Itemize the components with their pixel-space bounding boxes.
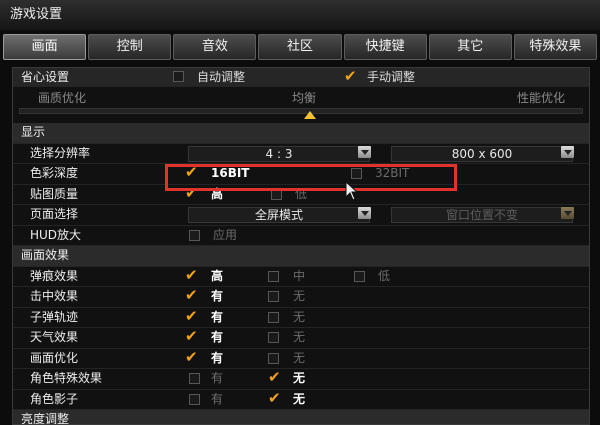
tab-hotkeys[interactable]: 快捷键 [343, 34, 427, 60]
tab-sound[interactable]: 音效 [173, 34, 257, 60]
mouse-cursor-icon [345, 181, 359, 201]
page-mode-label: 页面选择 [30, 207, 79, 221]
chevron-down-icon[interactable] [358, 207, 371, 219]
texture-quality-label: 贴图质量 [30, 186, 79, 201]
hud-apply-label: 应用 [213, 227, 238, 242]
slider-performance-label: 性能优化 [517, 91, 566, 105]
display-section-title: 显示 [21, 125, 46, 139]
effect-checkbox[interactable] [189, 393, 200, 405]
effect-option-label: 有 [211, 289, 224, 303]
checkmark-icon[interactable]: ✔ [185, 307, 198, 326]
effect-checkbox[interactable] [189, 373, 200, 384]
effect-option-label: 有 [211, 371, 224, 385]
hud-apply-checkbox[interactable] [189, 229, 200, 241]
settings-panel: 省心设置 自动调整 ✔ 手动调整 画质优化 均衡 性能优化 显示 选择分辨率 4… [12, 67, 590, 425]
slider-track [19, 108, 583, 114]
checkmark-icon[interactable]: ✔ [268, 389, 281, 408]
effect-row-label: 画面优化 [30, 350, 79, 365]
character-shadow-row: 角色影子 有 ✔ 无 [13, 389, 589, 410]
effects-section-title: 画面效果 [21, 248, 70, 262]
weather-effect-row: 天气效果 ✔ 有 无 [13, 327, 589, 349]
character-effect-row: 角色特殊效果 有 ✔ 无 [13, 368, 589, 390]
chevron-down-icon [561, 207, 574, 219]
color-depth-label: 色彩深度 [30, 166, 79, 180]
page-mode-select[interactable]: 全屏模式 [188, 207, 370, 223]
resolution-select[interactable]: 800 x 600 [391, 145, 573, 162]
effect-option-label: 无 [293, 289, 306, 303]
effect-option-label: 无 [293, 309, 306, 324]
effect-option-label: 无 [293, 371, 306, 385]
effect-option-label: 高 [211, 268, 224, 283]
checkmark-icon[interactable]: ✔ [185, 266, 198, 285]
tab-other[interactable]: 其它 [428, 34, 512, 60]
effect-option-label: 无 [293, 350, 306, 365]
image-optimize-row: 画面优化 ✔ 有 无 [13, 348, 589, 369]
auto-adjust-checkbox[interactable] [173, 71, 184, 82]
tab-special-effects[interactable]: 特殊效果 [513, 34, 597, 60]
effect-option-label: 有 [211, 391, 224, 406]
effect-option-label: 有 [211, 330, 224, 344]
slider-quality-label: 画质优化 [38, 91, 87, 105]
checkmark-icon[interactable]: ✔ [185, 286, 198, 305]
effect-option-label: 有 [211, 309, 224, 324]
display-section-header: 显示 [13, 123, 589, 144]
quality-slider-labels: 画质优化 均衡 性能优化 [13, 87, 589, 107]
tab-bar: 画面 控制 音效 社区 快捷键 其它 特殊效果 [0, 30, 600, 60]
slider-thumb[interactable] [304, 111, 316, 119]
effect-checkbox[interactable] [268, 291, 279, 302]
effect-option-label: 无 [293, 391, 306, 406]
effect-row-label: 击中效果 [30, 289, 79, 303]
manual-adjust-label: 手动调整 [367, 70, 416, 84]
checkmark-icon[interactable]: ✔ [185, 348, 198, 367]
tab-control[interactable]: 控制 [88, 34, 172, 60]
checkmark-icon[interactable]: ✔ [185, 327, 198, 346]
tab-community[interactable]: 社区 [258, 34, 342, 60]
aspect-ratio-select[interactable]: 4 : 3 [188, 145, 370, 162]
effect-row-label: 子弹轨迹 [30, 309, 79, 324]
window-position-select: 窗口位置不变 [391, 207, 573, 223]
effect-checkbox[interactable] [268, 332, 279, 343]
tab-display[interactable]: 画面 [3, 34, 87, 60]
checkmark-icon[interactable]: ✔ [344, 68, 357, 86]
window-title: 游戏设置 [0, 0, 600, 30]
quick-settings-label: 省心设置 [21, 70, 70, 84]
effect-checkbox[interactable] [268, 270, 279, 282]
highlight-box [165, 164, 457, 191]
effect-row-label: 角色特殊效果 [30, 371, 103, 385]
chevron-down-icon[interactable] [561, 145, 574, 158]
effect-option-label: 无 [293, 330, 306, 344]
effects-section-header: 画面效果 [13, 246, 589, 267]
bullet-hole-row: 弹痕效果 ✔ 高 中 低 [13, 266, 589, 287]
hud-scale-row: HUD放大 应用 [13, 226, 589, 246]
hit-effect-row: 击中效果 ✔ 有 无 [13, 286, 589, 308]
auto-adjust-label: 自动调整 [197, 70, 246, 84]
effect-checkbox[interactable] [354, 270, 365, 282]
effect-checkbox[interactable] [268, 352, 279, 364]
hud-scale-label: HUD放大 [30, 227, 82, 242]
effect-option-label: 有 [211, 350, 224, 365]
effect-option-label: 低 [378, 268, 391, 283]
page-mode-row: 页面选择 全屏模式 窗口位置不变 [13, 205, 589, 226]
effect-option-label: 中 [293, 268, 306, 283]
slider-balanced-label: 均衡 [292, 91, 317, 105]
resolution-row: 选择分辨率 4 : 3 800 x 600 [13, 144, 589, 164]
bullet-trail-row: 子弹轨迹 ✔ 有 无 [13, 307, 589, 328]
effect-checkbox[interactable] [268, 311, 279, 323]
quick-settings-row: 省心设置 自动调整 ✔ 手动调整 [13, 68, 589, 87]
effect-row-label: 角色影子 [30, 391, 79, 406]
effect-row-label: 弹痕效果 [30, 268, 79, 283]
effect-row-label: 天气效果 [30, 330, 79, 344]
resolution-label: 选择分辨率 [30, 145, 91, 160]
checkmark-icon[interactable]: ✔ [268, 368, 281, 387]
chevron-down-icon[interactable] [358, 145, 371, 158]
quality-slider[interactable] [13, 107, 589, 123]
